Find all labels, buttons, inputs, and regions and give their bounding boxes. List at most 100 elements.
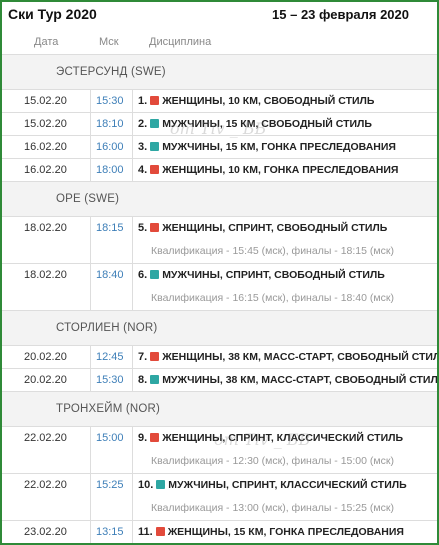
men-icon [150, 142, 160, 151]
discipline-cell: 1. ЖЕНЩИНЫ, 10 КМ, СВОБОДНЫЙ СТИЛЬ [133, 90, 437, 112]
event-number: 2. [138, 118, 148, 130]
event-time-msk: 15:30 [96, 374, 124, 386]
discipline-cell: 6. МУЖЧИНЫ, СПРИНТ, СВОБОДНЫЙ СТИЛЬ Квалиф… [133, 264, 437, 310]
event-title: МУЖЧИНЫ, СПРИНТ, СВОБОДНЫЙ СТИЛЬ [162, 269, 385, 281]
event-number: 5. [138, 222, 148, 234]
venue-name: СТОРЛИЕН (NOR) [56, 322, 158, 334]
date-cell: 15.02.20 [2, 90, 91, 112]
column-header-date: Дата [34, 36, 59, 48]
discipline-cell: 5. ЖЕНЩИНЫ, СПРИНТ, СВОБОДНЫЙ СТИЛЬ Квалиф… [133, 217, 437, 263]
event-line: 7. ЖЕНЩИНЫ, 38 КМ, МАСС-СТАРТ, СВОБОДНЫЙ … [138, 351, 439, 363]
men-icon [150, 270, 160, 279]
discipline-cell: 9. ЖЕНЩИНЫ, СПРИНТ, КЛАССИЧЕСКИЙ СТИЛЬ Ква… [133, 427, 437, 473]
event-date: 23.02.20 [24, 526, 67, 538]
table-row[interactable]: 15.02.20 18:10 2. МУЖЧИНЫ, 15 КМ, СВОБОДНЫЙ… [2, 113, 437, 136]
date-cell: 15.02.20 [2, 113, 91, 135]
date-cell: 23.02.20 [2, 521, 91, 543]
page-title: Ски Тур 2020 [8, 6, 97, 22]
table-row[interactable]: 22.02.20 15:00 9. ЖЕНЩИНЫ, СПРИНТ, КЛАССИЧЕ… [2, 427, 437, 474]
event-line: 10. МУЖЧИНЫ, СПРИНТ, КЛАССИЧЕСКИЙ СТИЛЬ [138, 479, 407, 491]
table-row[interactable]: 20.02.20 15:30 8. МУЖЧИНЫ, 38 КМ, МАСС-СТАР… [2, 369, 437, 392]
women-icon [150, 433, 160, 442]
msk-cell: 13:15 [90, 521, 133, 543]
venue-header: ЭСТЕРСУНД (SWE) [2, 55, 437, 90]
event-title: ЖЕНЩИНЫ, 10 КМ, СВОБОДНЫЙ СТИЛЬ [162, 95, 375, 107]
event-time-msk: 15:30 [96, 95, 124, 107]
date-cell: 22.02.20 [2, 427, 91, 473]
event-title: ЖЕНЩИНЫ, 15 КМ, ГОНКА ПРЕСЛЕДОВАНИЯ [167, 526, 404, 538]
column-header-row: Дата Мск Дисциплина [2, 26, 437, 55]
event-title: ЖЕНЩИНЫ, СПРИНТ, СВОБОДНЫЙ СТИЛЬ [162, 222, 388, 234]
event-date: 15.02.20 [24, 95, 67, 107]
event-number: 4. [138, 164, 148, 176]
event-date: 16.02.20 [24, 141, 67, 153]
event-time-msk: 12:45 [96, 351, 124, 363]
event-time-msk: 15:00 [96, 432, 124, 444]
venue-name: ЭСТЕРСУНД (SWE) [56, 66, 166, 78]
event-time-msk: 18:40 [96, 269, 124, 281]
msk-cell: 18:10 [90, 113, 133, 135]
event-subtitle: Квалификация - 13:00 (мск), финалы - 15:… [151, 502, 394, 514]
event-line: 3. МУЖЧИНЫ, 15 КМ, ГОНКА ПРЕСЛЕДОВАНИЯ [138, 141, 396, 153]
schedule-header: Ски Тур 2020 15 – 23 февраля 2020 [2, 2, 437, 26]
event-line: 9. ЖЕНЩИНЫ, СПРИНТ, КЛАССИЧЕСКИЙ СТИЛЬ [138, 432, 403, 444]
event-time-msk: 13:15 [96, 526, 124, 538]
msk-cell: 15:30 [90, 369, 133, 391]
event-subtitle: Квалификация - 12:30 (мск), финалы - 15:… [151, 455, 394, 467]
event-title: ЖЕНЩИНЫ, 38 КМ, МАСС-СТАРТ, СВОБОДНЫЙ СТ… [162, 351, 439, 363]
table-row[interactable]: 16.02.20 16:00 3. МУЖЧИНЫ, 15 КМ, ГОНКА ПРЕ… [2, 136, 437, 159]
table-row[interactable]: 18.02.20 18:40 6. МУЖЧИНЫ, СПРИНТ, СВОБОДНЫ… [2, 264, 437, 311]
event-number: 8. [138, 374, 148, 386]
event-time-msk: 18:00 [96, 164, 124, 176]
event-time-msk: 18:10 [96, 118, 124, 130]
event-number: 3. [138, 141, 148, 153]
event-title: МУЖЧИНЫ, 38 КМ, МАСС-СТАРТ, СВОБОДНЫЙ СТ… [162, 374, 439, 386]
schedule-panel: Ски Тур 2020 15 – 23 февраля 2020 Дата М… [0, 0, 439, 545]
venue-header: ТРОНХЕЙМ (NOR) [2, 392, 437, 427]
msk-cell: 18:15 [90, 217, 133, 263]
event-line: 5. ЖЕНЩИНЫ, СПРИНТ, СВОБОДНЫЙ СТИЛЬ [138, 222, 387, 234]
venue-name: ТРОНХЕЙМ (NOR) [56, 403, 161, 415]
event-date: 15.02.20 [24, 118, 67, 130]
date-cell: 18.02.20 [2, 217, 91, 263]
women-icon [150, 352, 160, 361]
event-number: 9. [138, 432, 148, 444]
event-date: 18.02.20 [24, 269, 67, 281]
table-row[interactable]: 18.02.20 18:15 5. ЖЕНЩИНЫ, СПРИНТ, СВОБОДНЫ… [2, 217, 437, 264]
men-icon [150, 375, 160, 384]
event-title: МУЖЧИНЫ, СПРИНТ, КЛАССИЧЕСКИЙ СТИЛЬ [168, 479, 407, 491]
date-cell: 20.02.20 [2, 346, 91, 368]
msk-cell: 12:45 [90, 346, 133, 368]
event-number: 1. [138, 95, 148, 107]
table-row[interactable]: 23.02.20 13:15 11. ЖЕНЩИНЫ, 15 КМ, ГОНКА ПР… [2, 521, 437, 543]
discipline-cell: 2. МУЖЧИНЫ, 15 КМ, СВОБОДНЫЙ СТИЛЬ [133, 113, 437, 135]
event-line: 2. МУЖЧИНЫ, 15 КМ, СВОБОДНЫЙ СТИЛЬ [138, 118, 372, 130]
msk-cell: 18:00 [90, 159, 133, 181]
table-row[interactable]: 15.02.20 15:30 1. ЖЕНЩИНЫ, 10 КМ, СВОБОДНЫЙ… [2, 90, 437, 113]
table-row[interactable]: 16.02.20 18:00 4. ЖЕНЩИНЫ, 10 КМ, ГОНКА ПРЕ… [2, 159, 437, 182]
event-date: 20.02.20 [24, 374, 67, 386]
discipline-cell: 8. МУЖЧИНЫ, 38 КМ, МАСС-СТАРТ, СВОБОДНЫЙ … [133, 369, 437, 391]
schedule-body: ЭСТЕРСУНД (SWE) 15.02.20 15:30 1. ЖЕНЩИНЫ, 1… [2, 55, 437, 543]
venue-header: СТОРЛИЕН (NOR) [2, 311, 437, 346]
msk-cell: 16:00 [90, 136, 133, 158]
date-cell: 16.02.20 [2, 136, 91, 158]
table-row[interactable]: 22.02.20 15:25 10. МУЖЧИНЫ, СПРИНТ, КЛАССИЧ… [2, 474, 437, 521]
event-line: 4. ЖЕНЩИНЫ, 10 КМ, ГОНКА ПРЕСЛЕДОВАНИЯ [138, 164, 398, 176]
event-subtitle: Квалификация - 16:15 (мск), финалы - 18:… [151, 292, 394, 304]
women-icon [150, 223, 160, 232]
date-range: 15 – 23 февраля 2020 [272, 7, 409, 22]
msk-cell: 15:25 [90, 474, 133, 520]
date-cell: 18.02.20 [2, 264, 91, 310]
event-date: 22.02.20 [24, 479, 67, 491]
event-number: 11. [138, 526, 153, 538]
column-header-msk: Мск [99, 36, 119, 48]
event-time-msk: 16:00 [96, 141, 124, 153]
women-icon [150, 165, 160, 174]
discipline-cell: 4. ЖЕНЩИНЫ, 10 КМ, ГОНКА ПРЕСЛЕДОВАНИЯ [133, 159, 437, 181]
table-row[interactable]: 20.02.20 12:45 7. ЖЕНЩИНЫ, 38 КМ, МАСС-СТАР… [2, 346, 437, 369]
event-date: 22.02.20 [24, 432, 67, 444]
event-number: 6. [138, 269, 148, 281]
event-title: МУЖЧИНЫ, 15 КМ, ГОНКА ПРЕСЛЕДОВАНИЯ [162, 141, 396, 153]
date-cell: 22.02.20 [2, 474, 91, 520]
